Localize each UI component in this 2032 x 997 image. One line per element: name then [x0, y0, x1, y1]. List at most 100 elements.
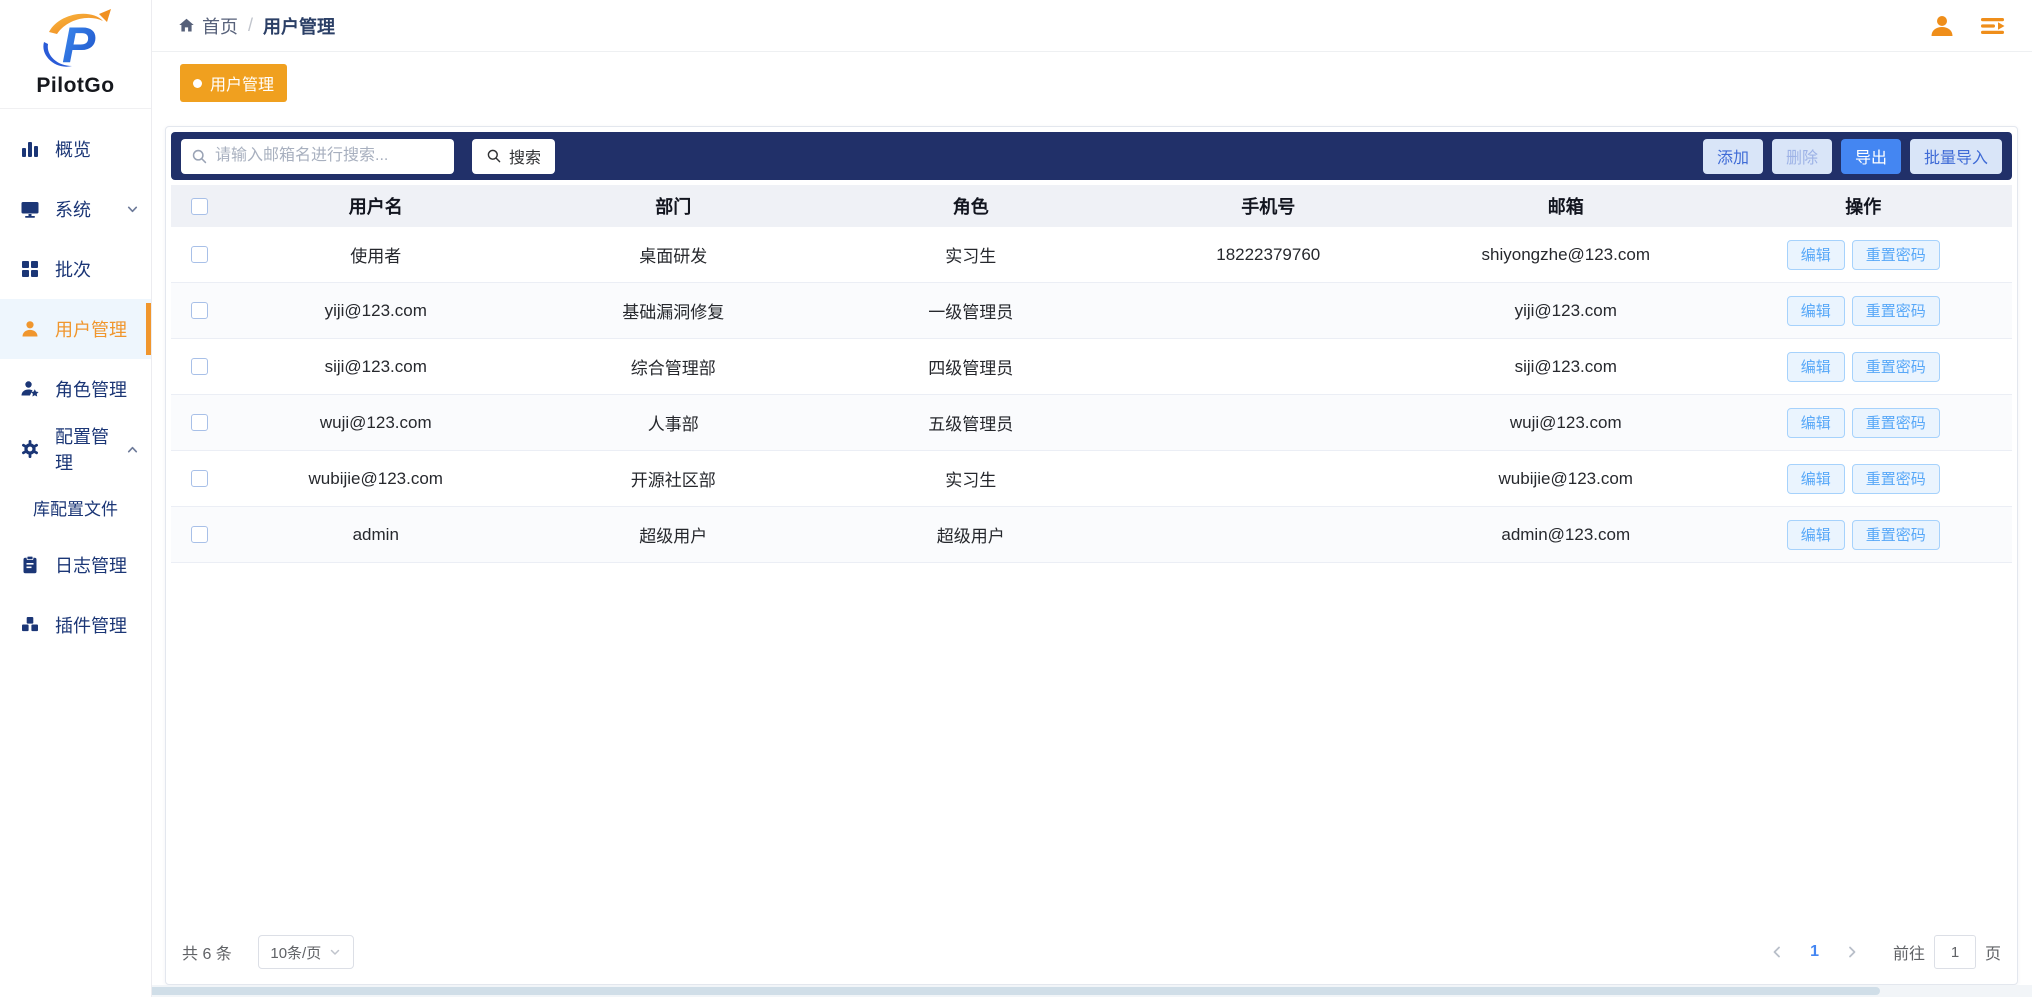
export-button[interactable]: 导出 [1841, 139, 1901, 174]
cell-role: 四级管理员 [822, 354, 1120, 379]
cell-username: wubijie@123.com [227, 469, 525, 489]
table-row: admin 超级用户 超级用户 admin@123.com 编辑 重置密码 [171, 507, 2012, 563]
reset-password-button[interactable]: 重置密码 [1852, 240, 1940, 270]
edit-button[interactable]: 编辑 [1787, 240, 1845, 270]
bulk-import-button[interactable]: 批量导入 [1910, 139, 2002, 174]
edit-button[interactable]: 编辑 [1787, 296, 1845, 326]
search-button[interactable]: 搜索 [472, 139, 555, 174]
sidebar-item-batch[interactable]: 批次 [0, 239, 151, 299]
row-checkbox[interactable] [191, 302, 208, 319]
search-input[interactable] [181, 139, 454, 174]
cell-username: wuji@123.com [227, 413, 525, 433]
row-checkbox[interactable] [191, 414, 208, 431]
goto-label: 前往 [1893, 940, 1925, 964]
reset-password-button[interactable]: 重置密码 [1852, 352, 1940, 382]
pilotgo-logo-icon: P [37, 8, 115, 72]
pager-controls: 1 前往 页 [1770, 935, 2001, 969]
reset-password-button[interactable]: 重置密码 [1852, 464, 1940, 494]
prev-page-button[interactable] [1770, 945, 1784, 959]
role-icon [20, 378, 42, 400]
sidebar-item-log-mgmt[interactable]: 日志管理 [0, 535, 151, 595]
col-header-phone: 手机号 [1120, 193, 1418, 219]
col-header-username: 用户名 [227, 193, 525, 219]
col-header-actions: 操作 [1715, 193, 2013, 219]
sidebar-item-user-mgmt[interactable]: 用户管理 [0, 299, 151, 359]
user-avatar-icon[interactable] [1929, 13, 1955, 39]
search-icon [486, 148, 502, 164]
reset-password-button[interactable]: 重置密码 [1852, 520, 1940, 550]
user-management-panel: 搜索 添加 删除 导出 批量导入 用户名 部门 角色 手机号 邮箱 操作 使用者… [165, 126, 2018, 985]
page-suffix-label: 页 [1985, 940, 2001, 964]
edit-button[interactable]: 编辑 [1787, 352, 1845, 382]
cell-username: 使用者 [227, 242, 525, 267]
cell-actions: 编辑 重置密码 [1715, 240, 2013, 270]
row-checkbox[interactable] [191, 246, 208, 263]
sidebar-item-label: 批次 [55, 256, 91, 282]
reset-password-button[interactable]: 重置密码 [1852, 408, 1940, 438]
plugin-icon [20, 614, 42, 636]
cell-role: 五级管理员 [822, 410, 1120, 435]
sidebar-item-label: 配置管理 [55, 423, 126, 475]
horizontal-scrollbar[interactable] [0, 985, 2032, 997]
goto-page-input[interactable] [1934, 935, 1976, 969]
cell-role: 一级管理员 [822, 298, 1120, 323]
cell-actions: 编辑 重置密码 [1715, 408, 2013, 438]
toolbar-buttons: 添加 删除 导出 批量导入 [1703, 139, 2002, 174]
search-field-wrap [181, 139, 454, 174]
edit-button[interactable]: 编辑 [1787, 520, 1845, 550]
select-all-checkbox[interactable] [191, 198, 208, 215]
edit-button[interactable]: 编辑 [1787, 408, 1845, 438]
breadcrumb-home-label: 首页 [202, 13, 238, 39]
table-row: 使用者 桌面研发 实习生 18222379760 shiyongzhe@123.… [171, 227, 2012, 283]
sidebar-item-repo-config-file[interactable]: 库配置文件 [0, 479, 151, 535]
reset-password-button[interactable]: 重置密码 [1852, 296, 1940, 326]
row-checkbox[interactable] [191, 358, 208, 375]
sidebar-item-role-mgmt[interactable]: 角色管理 [0, 359, 151, 419]
page-size-value: 10条/页 [270, 942, 321, 963]
sidebar-item-plugin-mgmt[interactable]: 插件管理 [0, 595, 151, 655]
row-checkbox[interactable] [191, 470, 208, 487]
sidebar-item-overview[interactable]: 概览 [0, 119, 151, 179]
cell-actions: 编辑 重置密码 [1715, 296, 2013, 326]
next-page-button[interactable] [1845, 945, 1859, 959]
menu-expand-icon[interactable] [1979, 13, 2006, 39]
breadcrumb-current: 用户管理 [263, 13, 335, 39]
row-checkbox[interactable] [191, 526, 208, 543]
cell-department: 桌面研发 [525, 242, 823, 267]
total-count-label: 共 6 条 [182, 940, 232, 964]
breadcrumb-home[interactable]: 首页 [178, 13, 238, 39]
sidebar-item-label: 库配置文件 [33, 495, 118, 520]
scrollbar-thumb[interactable] [0, 987, 1880, 995]
gear-icon [20, 438, 42, 460]
tag-dot-icon [193, 79, 202, 88]
svg-text:P: P [62, 17, 96, 72]
bar-chart-icon [20, 138, 42, 160]
search-icon [191, 148, 208, 165]
pagination-bar: 共 6 条 10条/页 1 前往 页 [166, 930, 2017, 984]
sidebar-nav: 概览 系统 批次 用户管理 角色管理 配置管理 库配置文件 日志管理 插件管理 [0, 119, 151, 655]
active-view-tag[interactable]: 用户管理 [180, 64, 287, 102]
cell-username: siji@123.com [227, 357, 525, 377]
view-tags-bar: 用户管理 [152, 52, 2032, 102]
sidebar-item-system[interactable]: 系统 [0, 179, 151, 239]
page-size-select[interactable]: 10条/页 [258, 935, 354, 969]
grid-icon [20, 258, 42, 280]
sidebar-item-config-mgmt[interactable]: 配置管理 [0, 419, 151, 479]
delete-button[interactable]: 删除 [1772, 139, 1832, 174]
tag-label: 用户管理 [210, 71, 274, 95]
breadcrumb: 首页 / 用户管理 [178, 13, 335, 39]
home-icon [178, 17, 195, 34]
table-row: wuji@123.com 人事部 五级管理员 wuji@123.com 编辑 重… [171, 395, 2012, 451]
add-button[interactable]: 添加 [1703, 139, 1763, 174]
chevron-down-icon [329, 946, 341, 958]
sidebar-item-label: 概览 [55, 136, 91, 162]
table-header-row: 用户名 部门 角色 手机号 邮箱 操作 [171, 185, 2012, 227]
sidebar-item-label: 角色管理 [55, 376, 127, 402]
chevron-up-icon [126, 443, 139, 456]
edit-button[interactable]: 编辑 [1787, 464, 1845, 494]
cell-email: admin@123.com [1417, 525, 1715, 545]
sidebar-item-label: 系统 [55, 196, 91, 222]
page-number-1[interactable]: 1 [1810, 943, 1819, 961]
sidebar-item-label: 日志管理 [55, 552, 127, 578]
cell-role: 实习生 [822, 242, 1120, 267]
